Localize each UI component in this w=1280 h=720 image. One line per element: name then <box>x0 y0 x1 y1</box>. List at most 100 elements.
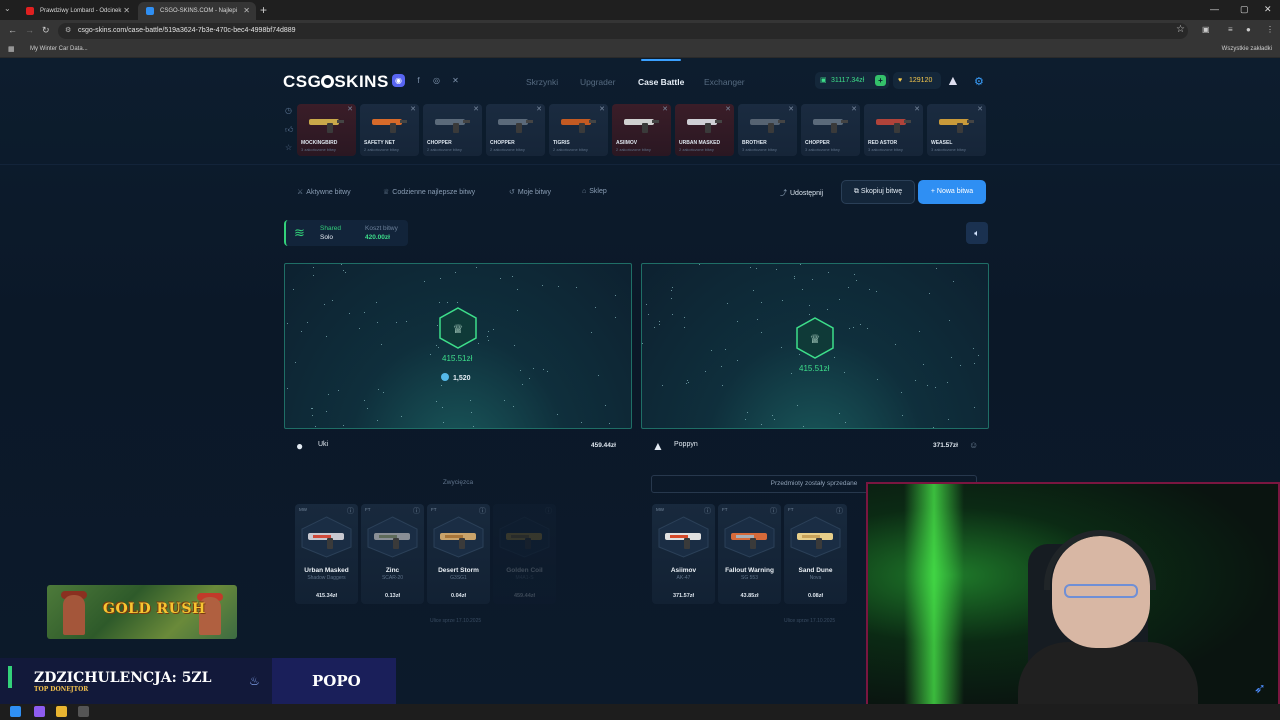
close-tab-icon[interactable]: ✕ <box>243 6 250 15</box>
info-icon[interactable]: ⓘ <box>413 506 420 516</box>
close-icon[interactable]: ✕ <box>914 105 920 113</box>
player-name[interactable]: ● Uki <box>296 439 328 455</box>
x-twitter-icon[interactable]: ✕ <box>449 74 462 87</box>
item-card[interactable]: MW ⓘ Asiimov AK-47 371.57zł <box>652 504 715 604</box>
info-icon[interactable]: ⓘ <box>704 506 711 516</box>
star-particle <box>381 344 382 345</box>
close-icon[interactable]: ✕ <box>851 105 857 113</box>
info-icon[interactable]: ☺ <box>969 440 978 450</box>
tab-search-icon[interactable]: ⌄ <box>4 4 11 13</box>
copy-battle-button[interactable]: ⧉ Skopiuj bitwę <box>841 180 915 204</box>
bookmark-item[interactable]: My Winter Car Data... <box>30 46 88 52</box>
star-particle <box>605 405 606 406</box>
all-bookmarks[interactable]: Wszystkie zakładki <box>1222 46 1272 52</box>
active-battles-link[interactable]: ⚔ Aktywne bitwy <box>297 188 351 196</box>
drop-card[interactable]: ✕ MOCKINGBIRD 3 zakończone bitwy <box>297 104 356 156</box>
star-icon[interactable]: ☆ <box>285 143 292 152</box>
balance-display[interactable]: ▣ 31117.34zł + <box>815 72 889 89</box>
app-icon[interactable] <box>34 706 45 717</box>
browser-tab[interactable]: Prawdziwy Lombard - Odcinek ✕ <box>18 2 136 20</box>
deposit-button[interactable]: + <box>875 75 886 86</box>
user-avatar[interactable]: ▲ <box>946 72 964 90</box>
item-card[interactable]: FT ⓘ Sand Dune Nova 0.08zł <box>784 504 847 604</box>
close-icon[interactable]: ✕ <box>599 105 605 113</box>
reload-icon[interactable]: ↻ <box>42 25 50 36</box>
info-icon[interactable]: ⓘ <box>347 506 354 516</box>
app-icon[interactable] <box>78 706 89 717</box>
settings-gear-icon[interactable]: ⚙ <box>974 75 984 88</box>
player-name[interactable]: ▲ Poppyn <box>652 439 698 455</box>
nav-skrzynki[interactable]: Skrzynki <box>526 77 558 87</box>
thumbs-up-icon[interactable]: 👍︎ <box>285 125 293 135</box>
chrome-icon[interactable] <box>56 706 67 717</box>
close-icon[interactable]: ✕ <box>662 105 668 113</box>
drop-card[interactable]: ✕ SAFETY NET 2 zakończone bitwy <box>360 104 419 156</box>
close-icon[interactable]: ✕ <box>536 105 542 113</box>
star-particle <box>437 325 438 326</box>
new-battle-button[interactable]: + Nowa bitwa <box>918 180 986 204</box>
drop-card[interactable]: ✕ RED ASTOR 3 zakończone bitwy <box>864 104 923 156</box>
facebook-icon[interactable]: f <box>412 74 425 87</box>
media-icon[interactable]: ≡ <box>1228 25 1233 34</box>
info-icon[interactable]: ⓘ <box>545 506 552 516</box>
drop-card[interactable]: ✕ CHOPPER 2 zakończone bitwy <box>423 104 482 156</box>
drop-card[interactable]: ✕ BROTHER 3 zakończone bitwy <box>738 104 797 156</box>
item-card[interactable]: MW ⓘ Urban Masked Shadow Daggers 415.34zł <box>295 504 358 604</box>
share-button[interactable]: ⤴ Udostępnij <box>780 188 823 198</box>
instagram-icon[interactable]: ◎ <box>430 74 443 87</box>
info-icon[interactable]: ⓘ <box>479 506 486 516</box>
site-info-icon[interactable]: ⚙ <box>65 23 71 39</box>
apps-icon[interactable]: ▦ <box>8 45 15 53</box>
bookmark-star-icon[interactable]: ☆ <box>1176 24 1185 35</box>
drop-card[interactable]: ✕ WEASEL 3 zakończone bitwy <box>927 104 986 156</box>
close-icon[interactable]: ✕ <box>473 105 479 113</box>
sound-toggle-button[interactable]: 🔈︎ <box>966 222 988 244</box>
item-name: Zinc <box>385 567 400 574</box>
new-tab-icon[interactable]: + <box>260 3 267 17</box>
back-icon[interactable]: ← <box>8 25 17 35</box>
item-card[interactable]: ⓘ Golden Coil M4A1-S 459.44zł <box>493 504 556 604</box>
coins-display[interactable]: ♥ 129120 <box>893 72 941 89</box>
close-tab-icon[interactable]: ✕ <box>123 6 130 15</box>
item-card[interactable]: FT ⓘ Desert Storm G3SG1 0.04zł <box>427 504 490 604</box>
item-card[interactable]: FT ⓘ Zinc SCAR-20 0.13zł <box>361 504 424 604</box>
drop-card[interactable]: ✕ CHOPPER 3 zakończone bitwy <box>801 104 860 156</box>
shop-link[interactable]: ⌂ Sklep <box>582 188 607 195</box>
star-particle <box>737 360 738 361</box>
my-battles-link[interactable]: ↺ Moje bitwy <box>509 188 551 196</box>
browser-tab-active[interactable]: CSGO-SKINS.COM - Najlepi ✕ <box>138 2 256 20</box>
nav-exchanger[interactable]: Exchanger <box>704 77 745 87</box>
drop-card[interactable]: ✕ ASIIMOV 2 zakończone bitwy <box>612 104 671 156</box>
info-icon[interactable]: ⓘ <box>836 506 843 516</box>
minimize-icon[interactable]: — <box>1210 4 1219 14</box>
site-logo[interactable]: CSG SKINS <box>283 72 389 92</box>
star-particle <box>684 327 685 328</box>
drop-card[interactable]: ✕ URBAN MASKED 2 zakończone bitwy <box>675 104 734 156</box>
info-icon[interactable]: ⓘ <box>770 506 777 516</box>
close-icon[interactable]: ✕ <box>977 105 983 113</box>
url-field[interactable]: ⚙ csgo-skins.com/case-battle/519a3624-7b… <box>58 23 1188 39</box>
maximize-icon[interactable]: ▢ <box>1240 4 1249 15</box>
drop-card[interactable]: ✕ CHOPPER 2 zakończone bitwy <box>486 104 545 156</box>
menu-icon[interactable]: ⋮ <box>1266 25 1274 34</box>
close-window-icon[interactable]: ✕ <box>1264 4 1272 15</box>
nav-case-battle[interactable]: Case Battle <box>638 77 684 87</box>
nav-upgrader[interactable]: Upgrader <box>580 77 615 87</box>
windows-start-icon[interactable] <box>10 706 21 717</box>
profile-icon[interactable]: ● <box>1246 25 1251 34</box>
daily-best-battles-link[interactable]: ♕ Codzienne najlepsze bitwy <box>383 188 475 196</box>
close-icon[interactable]: ✕ <box>788 105 794 113</box>
history-icon: ↺ <box>509 189 515 196</box>
item-card[interactable]: FT ⓘ Fallout Warning SG 553 43.85zł <box>718 504 781 604</box>
close-icon[interactable]: ✕ <box>347 105 353 113</box>
close-icon[interactable]: ✕ <box>410 105 416 113</box>
extensions-icon[interactable]: ▣ <box>1202 25 1210 34</box>
discord-icon[interactable]: ◉ <box>392 74 405 87</box>
clock-icon[interactable]: ◷ <box>285 106 292 115</box>
close-icon[interactable]: ✕ <box>725 105 731 113</box>
drop-card[interactable]: ✕ TIGRIS 2 zakończone bitwy <box>549 104 608 156</box>
forward-icon[interactable]: → <box>25 25 34 35</box>
star-particle <box>761 424 762 425</box>
star-particle <box>440 278 441 279</box>
star-particle <box>377 322 378 323</box>
